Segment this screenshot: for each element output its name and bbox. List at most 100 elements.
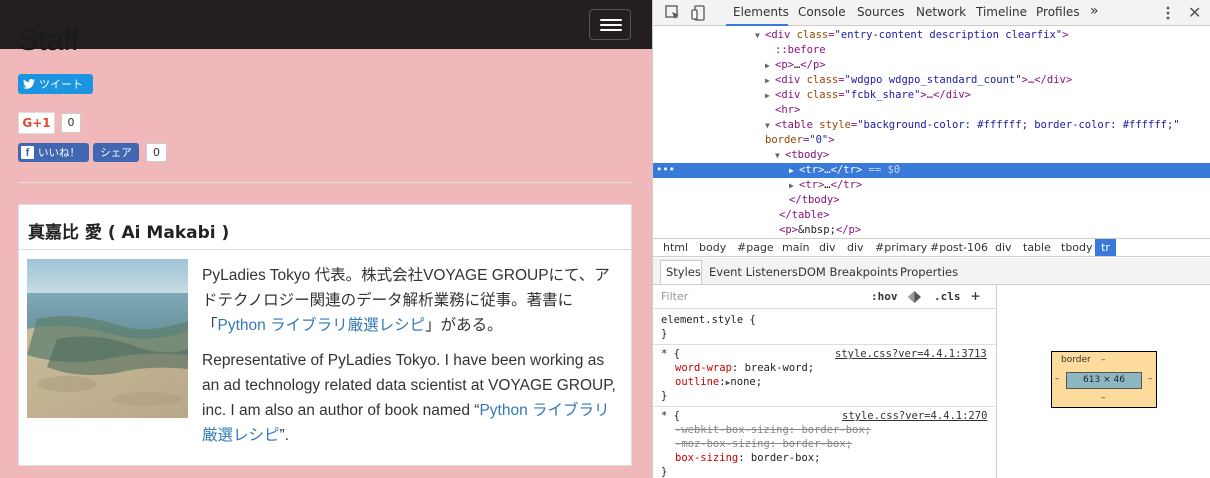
dom-node-continuation[interactable]: border="0"> [653,133,1210,148]
box-model-diagram: border – – – – 613 × 46 [997,285,1210,478]
dom-node[interactable]: <p>&nbsp;</p> [653,223,1210,238]
rule-selector[interactable]: * { [661,410,680,422]
rule-selector[interactable]: * { [661,348,680,360]
closing-brace: } [661,466,668,478]
dom-pseudo-node[interactable]: ::before [653,43,1210,58]
collapse-triangle-icon[interactable]: ▼ [765,118,775,133]
dom-node[interactable]: ▼ <div class="entry-content description c… [653,28,1210,43]
facebook-like-button[interactable]: f いいね！ [18,143,89,162]
color-palette-icon[interactable] [908,291,921,303]
collapse-triangle-icon[interactable]: ▼ [755,28,765,43]
expand-triangle-icon[interactable]: ▶ [765,73,775,88]
closing-brace: } [661,328,668,340]
hover-state-button[interactable]: :hov [871,290,898,303]
bio-japanese-tail: 」がある。 [425,317,503,334]
tab-console[interactable]: Console [798,5,846,19]
styles-filter-row: Filter :hov .cls + [653,285,997,309]
staff-card-header: 真嘉比 愛 ( Ai Makabi ) [19,205,631,250]
styles-pane: Filter :hov .cls + element.style { } * {… [653,285,997,478]
css-declaration-overridden[interactable]: -moz-box-sizing: border-box; [675,438,852,450]
dom-node[interactable]: ▼ <table style="background-color: #ffffff… [653,118,1210,133]
css-declaration[interactable]: box-sizing: border-box; [675,452,820,464]
expand-triangle-icon[interactable]: ▶ [765,88,775,103]
staff-photo [27,259,188,418]
stylesheet-link[interactable]: style.css?ver=4.4.1:3713 [835,348,987,360]
breadcrumb-item[interactable]: div [995,241,1012,254]
dom-tree: ▼ <div class="entry-content description c… [653,26,1210,238]
box-model-content[interactable]: 613 × 46 [1066,372,1142,389]
breadcrumb-item[interactable]: body [699,241,726,254]
class-toggle-button[interactable]: .cls [934,290,961,303]
breadcrumb-item[interactable]: div [847,241,864,254]
styles-filter-input[interactable]: Filter [661,290,688,303]
tab-properties[interactable]: Properties [900,265,958,279]
stylesheet-link[interactable]: style.css?ver=4.4.1:270 [842,410,987,422]
tweet-button[interactable]: ツイート [18,74,93,94]
webpage-viewport: Staff ツイート G+1 0 f いいね！ シェア 0 真嘉比 愛 ( Ai… [0,0,652,478]
breadcrumb-item[interactable]: #primary [875,241,927,254]
expand-triangle-icon[interactable]: ▶ [789,163,799,178]
box-model-border-left: – [1055,374,1060,384]
hamburger-menu-button[interactable] [589,9,631,40]
tab-timeline[interactable]: Timeline [976,5,1027,19]
staff-name: 真嘉比 愛 ( Ai Makabi ) [28,223,230,243]
breadcrumb-item[interactable]: table [1023,241,1051,254]
google-plus-button[interactable]: G+1 [18,112,55,134]
tab-sources[interactable]: Sources [857,5,904,19]
devtools-toolbar: Elements Console Sources Network Timelin… [653,0,1210,26]
dom-node[interactable]: ▶ <tr>…</tr> [653,178,1210,193]
css-declaration-overridden[interactable]: -webkit-box-sizing: border-box; [675,424,871,436]
tab-network[interactable]: Network [916,5,966,19]
breadcrumb-item[interactable]: div [819,241,836,254]
dom-node[interactable]: </table> [653,208,1210,223]
breadcrumb-item[interactable]: main [782,241,809,254]
breadcrumb-item[interactable]: tbody [1061,241,1093,254]
tab-dom-breakpoints[interactable]: DOM Breakpoints [798,265,898,279]
tab-profiles[interactable]: Profiles [1036,5,1080,19]
tab-elements[interactable]: Elements [733,5,789,19]
css-declaration[interactable]: outline:▶none; [675,376,762,388]
dom-node[interactable]: ▼ <tbody> [653,148,1210,163]
staff-bio: PyLadies Tokyo 代表。株式会社VOYAGE GROUPにて、アドテ… [202,263,622,458]
google-plus-label: G+1 [22,116,51,130]
box-model-border[interactable]: border – – – – 613 × 46 [1051,351,1157,408]
box-model-border-bottom: – [1101,393,1106,403]
rule-separator [653,344,997,345]
bio-english-tail: ”. [279,427,289,444]
google-plus-count: 0 [61,113,81,133]
book-link[interactable]: Python ライブラリ厳選レシピ [218,317,426,334]
hamburger-line [600,24,622,26]
dom-node-selected[interactable]: ••• ▶ <tr>…</tr> == $0 [653,163,1210,178]
breadcrumb-item[interactable]: html [663,241,688,254]
dom-node[interactable]: ▶ <div class="wdgpo wdgpo_standard_count"… [653,73,1210,88]
tab-styles[interactable]: Styles [666,265,701,279]
facebook-share-label: シェア [100,147,132,159]
dom-node[interactable]: ▶ <div class="fcbk_share">…</div> [653,88,1210,103]
rule-separator [653,406,997,407]
css-declaration[interactable]: word-wrap: break-word; [675,362,814,374]
inspect-element-icon[interactable] [665,5,681,21]
close-icon[interactable]: ✕ [1188,3,1201,22]
tab-event-listeners[interactable]: Event Listeners [709,265,798,279]
node-menu-icon[interactable]: ••• [656,163,675,178]
collapse-triangle-icon[interactable]: ▼ [775,148,785,163]
dom-node[interactable]: </tbody> [653,193,1210,208]
add-rule-icon[interactable]: + [971,287,980,305]
expand-triangle-icon[interactable]: ▶ [789,178,799,193]
dom-node[interactable]: ▶ <p>…</p> [653,58,1210,73]
breadcrumb-item[interactable]: #page [737,241,774,254]
breadcrumb-item-selected[interactable]: tr [1095,239,1116,256]
kebab-menu-icon[interactable] [1160,5,1176,21]
breadcrumb-item[interactable]: #post-106 [930,241,988,254]
device-mode-icon[interactable] [691,5,707,21]
closing-brace: } [661,390,668,402]
expand-triangle-icon[interactable]: ▶ [765,58,775,73]
facebook-share-button[interactable]: シェア [93,143,139,162]
dom-node[interactable]: <hr> [653,103,1210,118]
bio-english: Representative of PyLadies Tokyo. I have… [202,348,622,448]
more-tabs-icon[interactable]: » [1090,3,1099,19]
facebook-like-label: いいね！ [38,147,80,159]
element-style-selector[interactable]: element.style { [661,314,756,326]
facebook-icon: f [21,146,34,159]
tweet-label: ツイート [39,78,83,91]
